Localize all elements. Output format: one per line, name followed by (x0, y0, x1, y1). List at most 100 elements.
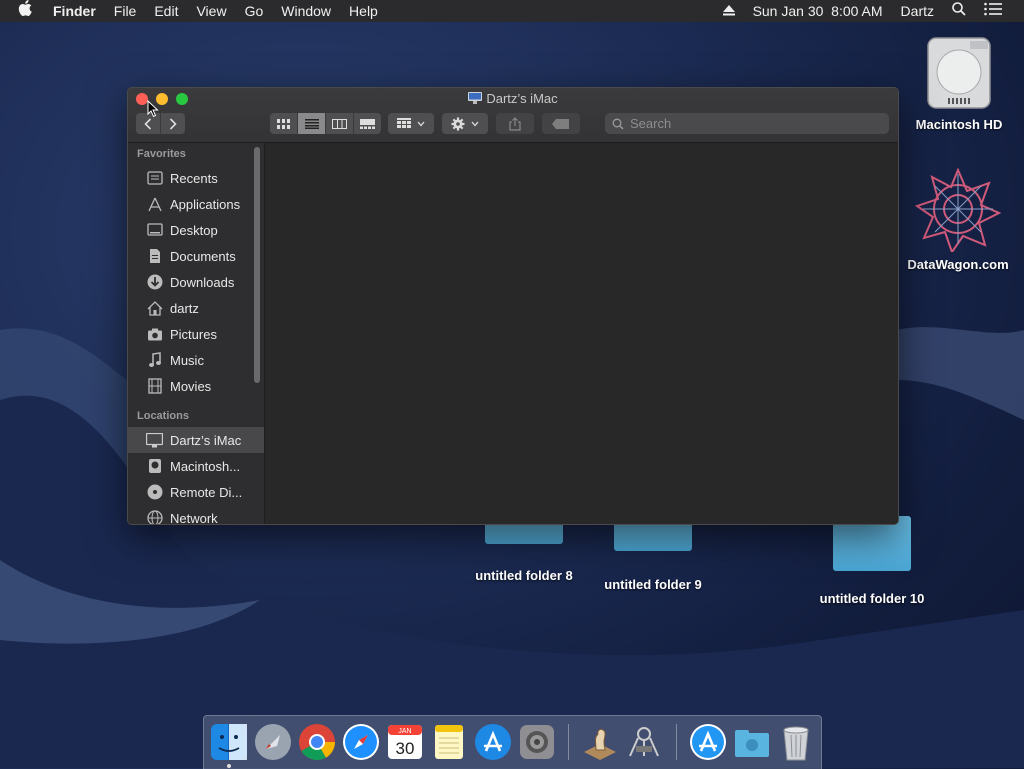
system-preferences-icon[interactable] (517, 722, 557, 762)
sidebar-item-macintosh-hd[interactable]: Macintosh... (128, 453, 264, 479)
launchpad-icon[interactable] (253, 722, 293, 762)
menu-edit[interactable]: Edit (145, 0, 187, 22)
share-button[interactable] (496, 113, 534, 134)
desktop-item-label: DataWagon.com (907, 257, 1009, 272)
sidebar-item-label: Remote Di... (170, 484, 243, 500)
gear-icon (451, 117, 465, 130)
menu-file[interactable]: File (105, 0, 146, 22)
sidebar-section-favorites: Favorites (137, 148, 186, 160)
sidebar-item-movies[interactable]: Movies (128, 373, 264, 399)
window-titlebar[interactable]: Dartz’s iMac (128, 88, 898, 143)
downloads-folder-icon[interactable] (732, 722, 772, 762)
navigation-buttons (136, 113, 185, 134)
list-icon (304, 118, 319, 129)
view-mode-control (270, 113, 381, 134)
tag-icon (552, 118, 569, 129)
list-view-button[interactable] (298, 113, 326, 134)
desktop-item-label: untitled folder 8 (475, 568, 573, 583)
downloads-icon (146, 274, 163, 291)
sidebar-item-imac[interactable]: Dartz’s iMac (128, 427, 264, 453)
desktop-item-label: Macintosh HD (915, 117, 1003, 132)
trash-icon[interactable] (776, 722, 816, 762)
tags-button[interactable] (542, 113, 580, 134)
dock-separator (568, 724, 569, 760)
desktop-item-folder-8[interactable]: untitled folder 8 (468, 520, 580, 583)
sidebar-item-pictures[interactable]: Pictures (128, 321, 264, 347)
sidebar-item-documents[interactable]: Documents (128, 243, 264, 269)
dock: JAN 30 (203, 715, 822, 769)
network-icon (146, 510, 163, 524)
disk-icon (146, 458, 163, 475)
music-icon (146, 352, 163, 369)
menu-clock[interactable]: Sun Jan 30 8:00 AM (744, 0, 892, 22)
sidebar-item-remote-disc[interactable]: Remote Di... (128, 479, 264, 505)
datawagon-logo-icon (914, 167, 1002, 255)
sidebar-item-desktop[interactable]: Desktop (128, 217, 264, 243)
group-grid-icon (397, 118, 411, 128)
action-button[interactable] (442, 113, 488, 134)
grid-icon (277, 118, 290, 129)
sidebar-scrollbar[interactable] (254, 147, 260, 383)
search-input[interactable] (628, 115, 872, 132)
dock-separator (676, 724, 677, 760)
imac-icon (468, 92, 483, 104)
sidebar-item-network[interactable]: Network (128, 505, 264, 524)
column-view-button[interactable] (326, 113, 354, 134)
calendar-icon[interactable]: JAN 30 (385, 722, 425, 762)
sidebar-item-label: Downloads (170, 274, 235, 290)
app-store-icon[interactable] (473, 722, 513, 762)
share-icon (509, 116, 521, 131)
finder-window[interactable]: Dartz’s iMac Search Favorites Recents Ap… (127, 87, 899, 525)
desktop-item-folder-9[interactable]: untitled folder 9 (596, 520, 710, 592)
desktop-item-label: untitled folder 10 (819, 591, 925, 606)
app-store-downloads-icon[interactable] (688, 722, 728, 762)
menu-window[interactable]: Window (272, 0, 340, 22)
sidebar-item-downloads[interactable]: Downloads (128, 269, 264, 295)
chess-icon[interactable] (580, 722, 620, 762)
sidebar-item-label: Network (170, 510, 218, 525)
group-by-button[interactable] (388, 113, 434, 134)
gallery-view-button[interactable] (354, 113, 381, 134)
sidebar-item-label: Macintosh... (170, 458, 241, 474)
menu-view[interactable]: View (187, 0, 235, 22)
safari-icon[interactable] (341, 722, 381, 762)
sidebar-item-applications[interactable]: Applications (128, 191, 264, 217)
sidebar-item-label: Movies (170, 378, 212, 394)
menu-app-name[interactable]: Finder (44, 0, 105, 22)
calendar-day: 30 (396, 739, 415, 758)
chevron-down-icon (417, 121, 425, 126)
eject-icon[interactable] (714, 0, 744, 22)
gallery-icon (360, 118, 375, 129)
sidebar-item-label: Dartz’s iMac (170, 432, 242, 448)
menu-help[interactable]: Help (340, 0, 387, 22)
search-field[interactable] (605, 113, 889, 134)
sidebar-item-recents[interactable]: Recents (128, 165, 264, 191)
notification-center-icon[interactable] (975, 0, 1024, 22)
desktop-item-macintosh-hd[interactable]: Macintosh HD (905, 34, 1013, 132)
finder-icon[interactable] (209, 722, 249, 762)
window-title-text: Dartz’s iMac (486, 91, 558, 106)
file-list-area[interactable] (265, 143, 898, 524)
spotlight-icon[interactable] (943, 0, 975, 22)
sidebar-section-locations: Locations (137, 410, 189, 422)
sidebar-item-label: Recents (170, 170, 218, 186)
pictures-icon (146, 326, 163, 343)
mouse-cursor-icon (147, 100, 159, 118)
desktop-item-folder-10[interactable]: untitled folder 10 (812, 511, 932, 606)
chrome-icon[interactable] (297, 722, 337, 762)
menu-user[interactable]: Dartz (892, 0, 943, 22)
automator-icon[interactable] (624, 722, 664, 762)
sidebar-item-music[interactable]: Music (128, 347, 264, 373)
icon-view-button[interactable] (270, 113, 298, 134)
notes-icon[interactable] (429, 722, 469, 762)
sidebar-item-home[interactable]: dartz (128, 295, 264, 321)
menu-go[interactable]: Go (236, 0, 273, 22)
window-title: Dartz’s iMac (128, 91, 898, 106)
sidebar-item-label: Documents (170, 248, 236, 264)
desktop-item-datawagon[interactable]: DataWagon.com (898, 166, 1018, 272)
forward-button[interactable] (161, 113, 185, 134)
sidebar-item-label: Applications (170, 196, 241, 212)
movies-icon (146, 378, 163, 395)
home-icon (146, 300, 163, 317)
apple-menu-icon[interactable] (0, 0, 44, 22)
